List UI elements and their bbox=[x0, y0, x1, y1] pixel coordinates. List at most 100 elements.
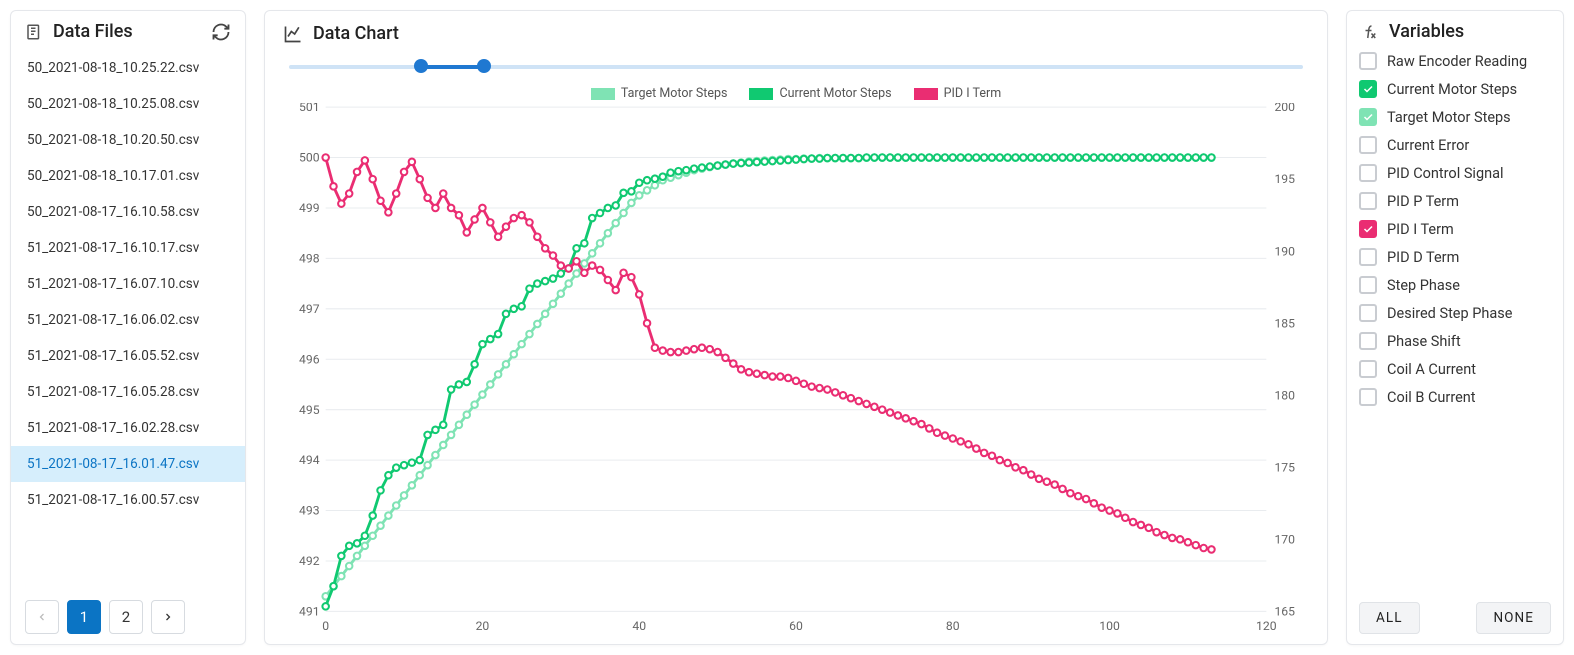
variable-label: Phase Shift bbox=[1387, 333, 1461, 350]
svg-text:165: 165 bbox=[1274, 604, 1295, 618]
svg-text:195: 195 bbox=[1274, 172, 1295, 186]
variables-panel: Variables Raw Encoder Reading Current Mot… bbox=[1346, 10, 1564, 645]
svg-text:0: 0 bbox=[322, 619, 329, 633]
select-none-button[interactable]: NONE bbox=[1476, 602, 1551, 634]
variable-row[interactable]: PID D Term bbox=[1359, 248, 1551, 266]
variable-checkbox[interactable] bbox=[1359, 80, 1377, 98]
page-prev-button[interactable] bbox=[25, 600, 59, 634]
svg-text:498: 498 bbox=[299, 251, 320, 265]
files-icon bbox=[25, 23, 43, 41]
legend-item[interactable]: Current Motor Steps bbox=[749, 86, 891, 101]
file-row[interactable]: 51_2021-08-17_16.06.02.csv bbox=[11, 302, 245, 338]
variable-checkbox[interactable] bbox=[1359, 304, 1377, 322]
svg-text:80: 80 bbox=[946, 619, 960, 633]
svg-text:491: 491 bbox=[299, 604, 320, 618]
variable-row[interactable]: Current Motor Steps bbox=[1359, 80, 1551, 98]
variables-title: Variables bbox=[1389, 21, 1464, 42]
svg-text:185: 185 bbox=[1274, 316, 1295, 330]
svg-text:501: 501 bbox=[299, 103, 320, 114]
variable-row[interactable]: Coil A Current bbox=[1359, 360, 1551, 378]
file-row[interactable]: 50_2021-08-18_10.25.22.csv bbox=[11, 50, 245, 86]
file-row[interactable]: 50_2021-08-18_10.17.01.csv bbox=[11, 158, 245, 194]
variable-checkbox[interactable] bbox=[1359, 164, 1377, 182]
variable-checkbox[interactable] bbox=[1359, 108, 1377, 126]
legend-item[interactable]: PID I Term bbox=[914, 86, 1002, 101]
legend-label: Target Motor Steps bbox=[621, 86, 728, 101]
chevron-right-icon bbox=[162, 611, 174, 623]
data-chart-panel: Data Chart Target Motor Steps Current Mot… bbox=[264, 10, 1328, 645]
legend-swatch bbox=[914, 88, 938, 100]
file-row[interactable]: 51_2021-08-17_16.07.10.csv bbox=[11, 266, 245, 302]
variable-checkbox[interactable] bbox=[1359, 276, 1377, 294]
svg-text:500: 500 bbox=[299, 151, 320, 165]
variable-row[interactable]: Current Error bbox=[1359, 136, 1551, 154]
variable-checkbox[interactable] bbox=[1359, 388, 1377, 406]
legend-item[interactable]: Target Motor Steps bbox=[591, 86, 728, 101]
select-all-button[interactable]: ALL bbox=[1359, 602, 1420, 634]
svg-text:120: 120 bbox=[1256, 619, 1277, 633]
file-row[interactable]: 51_2021-08-17_16.00.57.csv bbox=[11, 482, 245, 518]
variable-row[interactable]: Step Phase bbox=[1359, 276, 1551, 294]
slider-handle-from[interactable] bbox=[414, 59, 428, 73]
svg-text:497: 497 bbox=[299, 302, 320, 316]
svg-text:20: 20 bbox=[476, 619, 490, 633]
variable-label: Coil B Current bbox=[1387, 389, 1476, 406]
variable-checkbox[interactable] bbox=[1359, 332, 1377, 350]
svg-text:60: 60 bbox=[789, 619, 803, 633]
variable-row[interactable]: Phase Shift bbox=[1359, 332, 1551, 350]
svg-text:180: 180 bbox=[1274, 388, 1295, 402]
variable-row[interactable]: Raw Encoder Reading bbox=[1359, 52, 1551, 70]
variable-label: Current Motor Steps bbox=[1387, 81, 1517, 98]
file-row[interactable]: 50_2021-08-17_16.10.58.csv bbox=[11, 194, 245, 230]
chart-title: Data Chart bbox=[313, 23, 399, 44]
variable-checkbox[interactable] bbox=[1359, 220, 1377, 238]
refresh-icon[interactable] bbox=[211, 22, 231, 42]
variable-checkbox[interactable] bbox=[1359, 192, 1377, 210]
chart-canvas[interactable]: 4914924934944954964974984995005011651701… bbox=[283, 103, 1309, 636]
svg-text:492: 492 bbox=[299, 554, 320, 568]
variable-row[interactable]: Desired Step Phase bbox=[1359, 304, 1551, 322]
variable-checkbox[interactable] bbox=[1359, 52, 1377, 70]
variable-checkbox[interactable] bbox=[1359, 248, 1377, 266]
legend-swatch bbox=[749, 88, 773, 100]
file-row[interactable]: 51_2021-08-17_16.10.17.csv bbox=[11, 230, 245, 266]
variable-label: PID P Term bbox=[1387, 193, 1459, 210]
page-button-1[interactable]: 1 bbox=[67, 600, 101, 634]
variables-list: Raw Encoder Reading Current Motor Steps Ta… bbox=[1347, 46, 1563, 592]
legend-label: PID I Term bbox=[944, 86, 1002, 101]
variable-checkbox[interactable] bbox=[1359, 136, 1377, 154]
slider-handle-to[interactable] bbox=[477, 59, 491, 73]
svg-text:175: 175 bbox=[1274, 460, 1295, 474]
variable-label: PID D Term bbox=[1387, 249, 1459, 266]
svg-text:40: 40 bbox=[632, 619, 646, 633]
page-button-2[interactable]: 2 bbox=[109, 600, 143, 634]
data-files-panel: Data Files 50_2021-08-18_10.25.22.csv50_… bbox=[10, 10, 246, 645]
svg-text:493: 493 bbox=[299, 504, 320, 518]
variable-row[interactable]: PID P Term bbox=[1359, 192, 1551, 210]
file-row[interactable]: 51_2021-08-17_16.05.28.csv bbox=[11, 374, 245, 410]
variable-row[interactable]: PID I Term bbox=[1359, 220, 1551, 238]
svg-text:100: 100 bbox=[1099, 619, 1120, 633]
svg-text:190: 190 bbox=[1274, 244, 1295, 258]
file-row[interactable]: 50_2021-08-18_10.20.50.csv bbox=[11, 122, 245, 158]
variable-row[interactable]: Target Motor Steps bbox=[1359, 108, 1551, 126]
variable-label: PID I Term bbox=[1387, 221, 1454, 238]
chart-legend: Target Motor Steps Current Motor Steps PID… bbox=[283, 86, 1309, 101]
legend-label: Current Motor Steps bbox=[779, 86, 891, 101]
file-row[interactable]: 51_2021-08-17_16.05.52.csv bbox=[11, 338, 245, 374]
svg-text:200: 200 bbox=[1274, 103, 1295, 114]
page-next-button[interactable] bbox=[151, 600, 185, 634]
variable-label: Target Motor Steps bbox=[1387, 109, 1511, 126]
variable-label: Coil A Current bbox=[1387, 361, 1476, 378]
variable-row[interactable]: PID Control Signal bbox=[1359, 164, 1551, 182]
chevron-left-icon bbox=[36, 611, 48, 623]
range-slider[interactable] bbox=[289, 56, 1303, 78]
variable-label: Step Phase bbox=[1387, 277, 1460, 294]
file-row[interactable]: 50_2021-08-18_10.25.08.csv bbox=[11, 86, 245, 122]
svg-text:496: 496 bbox=[299, 352, 320, 366]
file-row[interactable]: 51_2021-08-17_16.02.28.csv bbox=[11, 410, 245, 446]
variable-checkbox[interactable] bbox=[1359, 360, 1377, 378]
file-row[interactable]: 51_2021-08-17_16.01.47.csv bbox=[11, 446, 245, 482]
variable-row[interactable]: Coil B Current bbox=[1359, 388, 1551, 406]
function-icon bbox=[1361, 23, 1379, 41]
